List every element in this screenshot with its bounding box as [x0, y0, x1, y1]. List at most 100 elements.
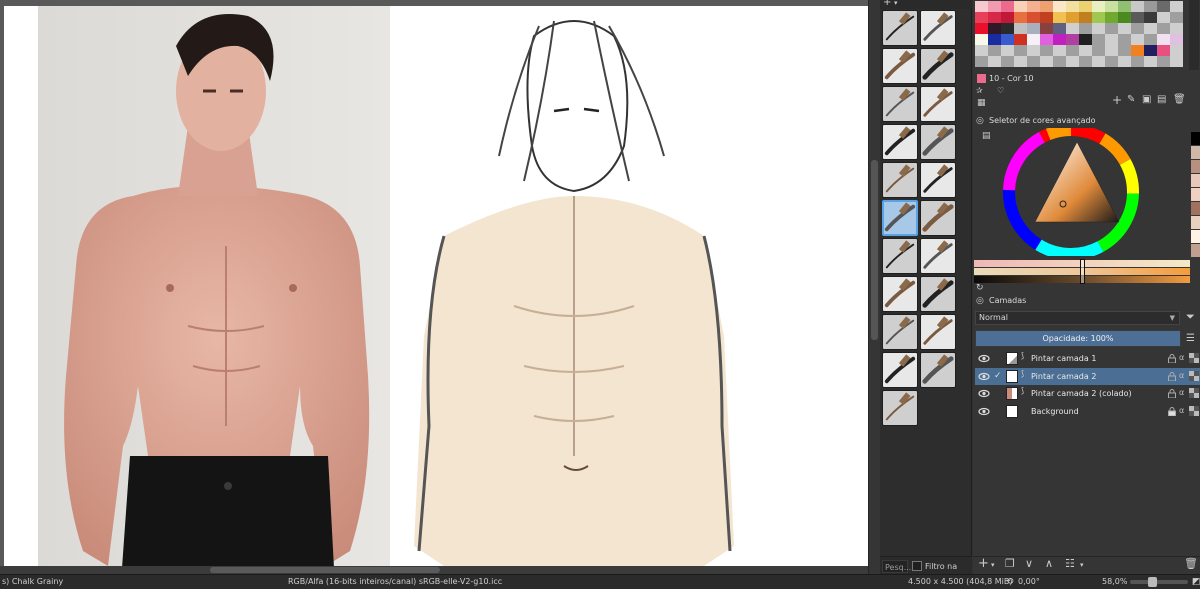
gradient-handle[interactable]: [1080, 259, 1085, 284]
brush-preset-spray-dots[interactable]: [882, 390, 918, 426]
layer-selected-check[interactable]: ✓: [994, 370, 1004, 382]
palette-swatch[interactable]: [1157, 1, 1170, 12]
filter-icon[interactable]: ⏷: [1186, 310, 1195, 324]
layer-row[interactable]: ✓ ⟆ Pintar camada 2 α: [975, 367, 1200, 385]
vertical-scrollbar[interactable]: [868, 0, 880, 574]
palette-swatch[interactable]: [1053, 23, 1066, 34]
palette-swatch[interactable]: [1079, 12, 1092, 23]
brush-preset-pixel-brush[interactable]: [920, 276, 956, 312]
palette-swatch[interactable]: [1001, 45, 1014, 56]
palette-swatch[interactable]: [1053, 45, 1066, 56]
brush-preset-airbrush-soft[interactable]: [920, 10, 956, 46]
layer-row[interactable]: ⟆ Pintar camada 1 α: [975, 350, 1200, 367]
palette-swatch[interactable]: [1079, 1, 1092, 12]
alpha-lock-icon[interactable]: α: [1179, 352, 1184, 364]
palette-swatch[interactable]: [1157, 12, 1170, 23]
palette-swatch[interactable]: [1040, 23, 1053, 34]
palette-swatch[interactable]: [1053, 56, 1066, 67]
inherit-alpha-icon[interactable]: [1189, 353, 1199, 363]
palette-swatch[interactable]: [1014, 12, 1027, 23]
palette-swatch[interactable]: [1105, 45, 1118, 56]
palette-swatch[interactable]: [1157, 56, 1170, 67]
palette-swatch[interactable]: [1118, 34, 1131, 45]
layer-row[interactable]: ⟆ Pintar camada 2 (colado) α: [975, 385, 1200, 402]
brush-preset-bristle-brush[interactable]: [882, 162, 918, 198]
float-icon[interactable]: ◎: [976, 114, 984, 128]
palette-swatch[interactable]: [988, 23, 1001, 34]
palette-swatch[interactable]: [1170, 12, 1183, 23]
layer-row[interactable]: Background α: [975, 403, 1200, 420]
float-icon[interactable]: ◎: [976, 294, 984, 308]
add-icon[interactable]: +: [883, 0, 891, 10]
visibility-eye-icon[interactable]: [978, 371, 990, 382]
add-layer-icon[interactable]: +: [978, 557, 989, 571]
recent-color-swatch[interactable]: [1191, 132, 1200, 145]
palette-swatch[interactable]: [1105, 56, 1118, 67]
brush-preset-pencil-2b[interactable]: [920, 124, 956, 160]
recent-color-swatch[interactable]: [1191, 230, 1200, 243]
palette-swatch[interactable]: [1066, 12, 1079, 23]
palette-swatch[interactable]: [988, 45, 1001, 56]
palette-swatch[interactable]: [1170, 56, 1183, 67]
palette-swatch[interactable]: [1001, 34, 1014, 45]
palette-swatch[interactable]: [1079, 56, 1092, 67]
palette-swatch[interactable]: [1014, 45, 1027, 56]
blend-mode-select[interactable]: Normal ▼: [975, 311, 1180, 325]
delete-layer-icon[interactable]: 🗑: [1184, 557, 1198, 571]
layer-selected-check[interactable]: [994, 387, 1004, 399]
delete-icon[interactable]: 🗑: [1173, 93, 1186, 107]
palette-swatch[interactable]: [1157, 45, 1170, 56]
layer-name[interactable]: Pintar camada 2: [1031, 368, 1096, 385]
brush-preset-smudge-blender[interactable]: [920, 48, 956, 84]
palette-swatch[interactable]: [1144, 45, 1157, 56]
horizontal-scroll-thumb[interactable]: [210, 567, 440, 573]
palette-swatch[interactable]: [1170, 34, 1183, 45]
brush-preset-glitter-brush[interactable]: [920, 314, 956, 350]
duplicate-layer-icon[interactable]: ❐: [1005, 557, 1015, 571]
inherit-alpha-icon[interactable]: [1189, 405, 1199, 416]
rotate-icon[interactable]: ⟲: [1006, 575, 1014, 589]
brush-preset-dot-texture[interactable]: [882, 352, 918, 388]
palette-swatch[interactable]: [1157, 34, 1170, 45]
recent-color-swatch[interactable]: [1191, 174, 1200, 187]
palette-swatch[interactable]: [1027, 12, 1040, 23]
palette-swatch[interactable]: [1118, 45, 1131, 56]
alpha-lock-icon[interactable]: α: [1179, 370, 1184, 382]
palette-swatch[interactable]: [1118, 12, 1131, 23]
edit-icon[interactable]: ✎: [1127, 93, 1135, 107]
palette-swatch[interactable]: [1144, 23, 1157, 34]
layer-selected-check[interactable]: [994, 352, 1004, 364]
brush-preset-stamp-brush[interactable]: [882, 314, 918, 350]
color-palette[interactable]: [975, 0, 1185, 70]
palette-swatch[interactable]: [1014, 1, 1027, 12]
brush-preset-marker-brush[interactable]: [920, 86, 956, 122]
move-down-icon[interactable]: ∨: [1025, 557, 1033, 571]
save-icon[interactable]: ▣: [1142, 93, 1151, 107]
palette-swatch[interactable]: [1040, 56, 1053, 67]
brush-preset-watercolor-wet[interactable]: [920, 200, 956, 236]
palette-swatch[interactable]: [1157, 23, 1170, 34]
palette-swatch[interactable]: [1014, 34, 1027, 45]
palette-swatch[interactable]: [1092, 23, 1105, 34]
palette-swatch[interactable]: [1066, 23, 1079, 34]
lock-icon[interactable]: [1168, 354, 1176, 363]
palette-swatch[interactable]: [1170, 45, 1183, 56]
palette-swatch[interactable]: [1014, 23, 1027, 34]
import-icon[interactable]: ▤: [1157, 93, 1166, 107]
palette-swatch[interactable]: [988, 1, 1001, 12]
canvas-viewport[interactable]: [0, 0, 868, 574]
menu-icon[interactable]: ☰: [1186, 332, 1195, 346]
palette-swatch[interactable]: [1040, 1, 1053, 12]
palette-swatch[interactable]: [988, 34, 1001, 45]
palette-swatch[interactable]: [1014, 56, 1027, 67]
brush-preset-texture-leaf[interactable]: [882, 276, 918, 312]
palette-swatch[interactable]: [1066, 34, 1079, 45]
palette-swatch[interactable]: [1001, 23, 1014, 34]
chevron-down-icon[interactable]: ▾: [894, 0, 898, 10]
horizontal-scrollbar[interactable]: [0, 566, 868, 574]
palette-swatch[interactable]: [1027, 56, 1040, 67]
palette-swatch[interactable]: [1131, 45, 1144, 56]
palette-swatch[interactable]: [1001, 1, 1014, 12]
palette-swatch[interactable]: [1105, 23, 1118, 34]
palette-swatch[interactable]: [1092, 45, 1105, 56]
